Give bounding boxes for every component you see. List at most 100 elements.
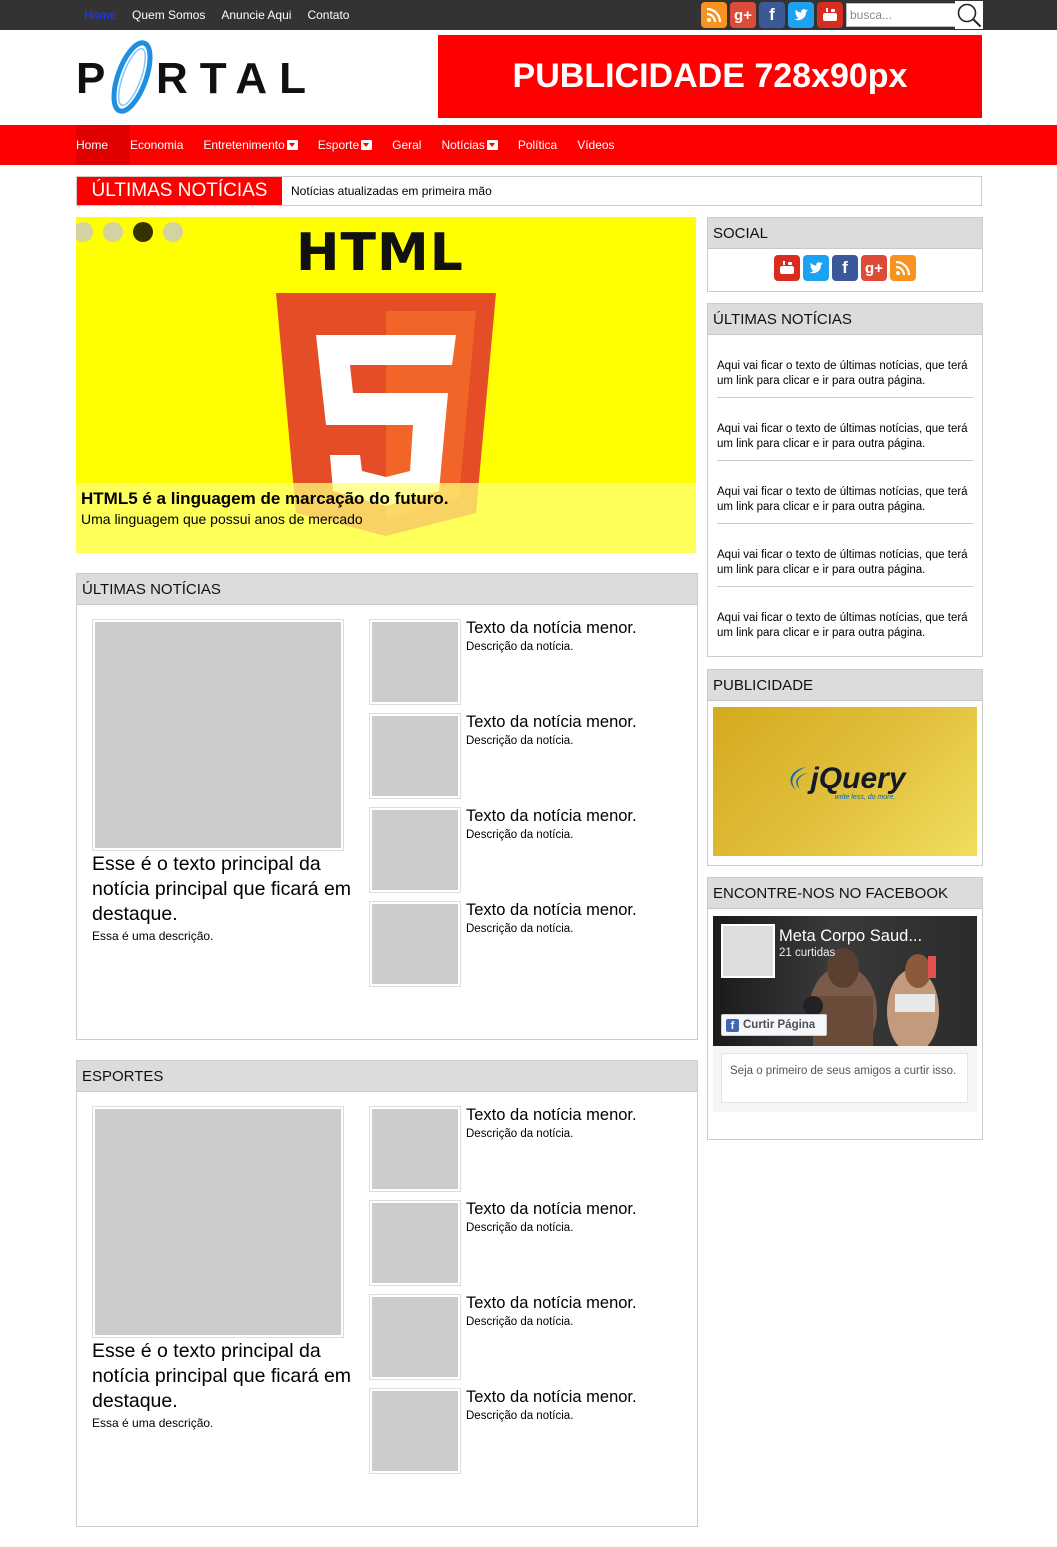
small-news-title[interactable]: Texto da notícia menor. (466, 901, 637, 920)
small-news-description: Descrição da notícia. (466, 1128, 574, 1140)
search-input[interactable] (846, 3, 956, 27)
sidebar-news-item[interactable]: Aqui vai ficar o texto de últimas notíci… (717, 524, 973, 587)
small-news-item[interactable]: Texto da notícia menor. Descrição da not… (369, 807, 669, 893)
site-logo[interactable]: P RTAL (76, 38, 306, 116)
slide-caption[interactable]: HTML5 é a linguagem de marcação do futur… (76, 483, 696, 553)
small-news-title[interactable]: Texto da notícia menor. (466, 807, 637, 826)
small-news-thumbnail[interactable] (369, 901, 461, 987)
sidebar-news-item[interactable]: Aqui vai ficar o texto de últimas notíci… (717, 587, 973, 650)
top-link-contato[interactable]: Contato (307, 8, 349, 22)
facebook-friends-text: Seja o primeiro de seus amigos a curtir … (721, 1053, 968, 1103)
main-news-thumbnail[interactable] (92, 1106, 344, 1338)
nav-politica[interactable]: Política (518, 125, 557, 165)
small-news-item[interactable]: Texto da notícia menor. Descrição da not… (369, 901, 669, 987)
caret-down-icon (286, 140, 298, 150)
small-news-description: Descrição da notícia. (466, 641, 574, 653)
header-ad-banner[interactable]: PUBLICIDADE 728x90px (438, 35, 982, 118)
slide-caption-subtitle: Uma linguagem que possui anos de mercado (81, 511, 363, 527)
featured-slider[interactable]: HTML HTML5 é a linguagem de marcação do … (76, 217, 696, 553)
sidebar-ad-title: PUBLICIDADE (708, 670, 982, 701)
small-news-description: Descrição da notícia. (466, 923, 574, 935)
small-news-description: Descrição da notícia. (466, 1222, 574, 1234)
facebook-page-name[interactable]: Meta Corpo Saud... (779, 927, 922, 946)
small-news-title[interactable]: Texto da notícia menor. (466, 1106, 637, 1125)
section-title: ESPORTES (77, 1061, 697, 1092)
small-news-item[interactable]: Texto da notícia menor. Descrição da not… (369, 619, 669, 705)
small-news-thumbnail[interactable] (369, 1388, 461, 1474)
nav-geral[interactable]: Geral (392, 125, 421, 165)
facebook-page-avatar[interactable] (721, 924, 775, 978)
sidebar-news-item[interactable]: Aqui vai ficar o texto de últimas notíci… (717, 461, 973, 524)
nav-esporte[interactable]: Esporte (318, 125, 373, 165)
slider-dot[interactable] (163, 222, 183, 242)
jquery-ad-banner[interactable]: jQuery write less, do more. (713, 707, 977, 856)
small-news-thumbnail[interactable] (369, 807, 461, 893)
facebook-like-button[interactable]: f Curtir Página (721, 1014, 827, 1036)
main-news-description: Essa é uma descrição. (92, 929, 214, 943)
search-icon (957, 3, 982, 28)
small-news-thumbnail[interactable] (369, 1200, 461, 1286)
top-link-anuncie[interactable]: Anuncie Aqui (221, 8, 291, 22)
sidebar-facebook-title: ENCONTRE-NOS NO FACEBOOK (708, 878, 982, 909)
main-news-title[interactable]: Esse é o texto principal da notícia prin… (92, 852, 352, 927)
nav-entretenimento[interactable]: Entretenimento (203, 125, 298, 165)
small-news-item[interactable]: Texto da notícia menor. Descrição da not… (369, 1294, 669, 1380)
small-news-description: Descrição da notícia. (466, 1410, 574, 1422)
sidebar-news-item[interactable]: Aqui vai ficar o texto de últimas notíci… (717, 335, 973, 398)
small-news-title[interactable]: Texto da notícia menor. (466, 619, 637, 638)
top-nav: Home Quem Somos Anuncie Aqui Contato (84, 0, 365, 30)
youtube-icon[interactable] (817, 2, 843, 28)
small-news-title[interactable]: Texto da notícia menor. (466, 1388, 637, 1407)
twitter-icon[interactable] (803, 255, 829, 281)
google-plus-icon[interactable]: g+ (730, 2, 756, 28)
small-news-thumbnail[interactable] (369, 713, 461, 799)
sidebar-news-item[interactable]: Aqui vai ficar o texto de últimas notíci… (717, 398, 973, 461)
small-news-item[interactable]: Texto da notícia menor. Descrição da not… (369, 1388, 669, 1474)
facebook-cover-image[interactable]: Meta Corpo Saud... 21 curtidas f Curtir … (713, 916, 977, 1046)
caret-down-icon (361, 140, 373, 150)
small-news-description: Descrição da notícia. (466, 829, 574, 841)
nav-home[interactable]: Home (76, 125, 130, 165)
search-button[interactable] (955, 1, 983, 29)
ticker-text[interactable]: Notícias atualizadas em primeira mão (291, 177, 492, 205)
main-nav: Home Economia Entretenimento Esporte Ger… (0, 125, 1057, 165)
nav-videos[interactable]: Vídeos (577, 125, 614, 165)
slider-dot[interactable] (76, 222, 93, 242)
jquery-logo-icon (791, 767, 809, 790)
small-news-title[interactable]: Texto da notícia menor. (466, 713, 637, 732)
twitter-icon[interactable] (788, 2, 814, 28)
rss-icon[interactable] (890, 255, 916, 281)
section-title: ÚLTIMAS NOTÍCIAS (77, 574, 697, 605)
slider-dot[interactable] (103, 222, 123, 242)
small-news-description: Descrição da notícia. (466, 1316, 574, 1328)
slider-dot-active[interactable] (133, 222, 153, 242)
small-news-thumbnail[interactable] (369, 1294, 461, 1380)
facebook-icon[interactable]: f (759, 2, 785, 28)
small-news-item[interactable]: Texto da notícia menor. Descrição da not… (369, 713, 669, 799)
main-news-thumbnail[interactable] (92, 619, 344, 851)
facebook-page-widget[interactable]: Meta Corpo Saud... 21 curtidas f Curtir … (713, 916, 977, 1112)
small-news-thumbnail[interactable] (369, 1106, 461, 1192)
nav-economia[interactable]: Economia (130, 125, 183, 165)
sidebar-facebook: ENCONTRE-NOS NO FACEBOOK Meta Corpo Saud… (707, 877, 983, 1140)
youtube-icon[interactable] (774, 255, 800, 281)
sidebar-social-icons: f g+ (708, 249, 982, 281)
nav-noticias[interactable]: Notícias (441, 125, 498, 165)
small-news-title[interactable]: Texto da notícia menor. (466, 1294, 637, 1313)
top-link-quem-somos[interactable]: Quem Somos (132, 8, 205, 22)
small-news-item[interactable]: Texto da notícia menor. Descrição da not… (369, 1106, 669, 1192)
sidebar-latest-news: ÚLTIMAS NOTÍCIAS Aqui vai ficar o texto … (707, 303, 983, 657)
small-news-thumbnail[interactable] (369, 619, 461, 705)
svg-text:RTAL: RTAL (156, 54, 306, 103)
small-news-item[interactable]: Texto da notícia menor. Descrição da not… (369, 1200, 669, 1286)
top-link-home[interactable]: Home (84, 8, 116, 22)
slide-heading: HTML (296, 223, 464, 283)
jquery-tagline: write less, do more. (834, 794, 896, 801)
rss-icon[interactable] (701, 2, 727, 28)
small-news-title[interactable]: Texto da notícia menor. (466, 1200, 637, 1219)
ticker-label: ÚLTIMAS NOTÍCIAS (77, 177, 282, 205)
main-news-title[interactable]: Esse é o texto principal da notícia prin… (92, 1339, 352, 1414)
facebook-page-likes: 21 curtidas (779, 947, 836, 959)
google-plus-icon[interactable]: g+ (861, 255, 887, 281)
facebook-icon[interactable]: f (832, 255, 858, 281)
